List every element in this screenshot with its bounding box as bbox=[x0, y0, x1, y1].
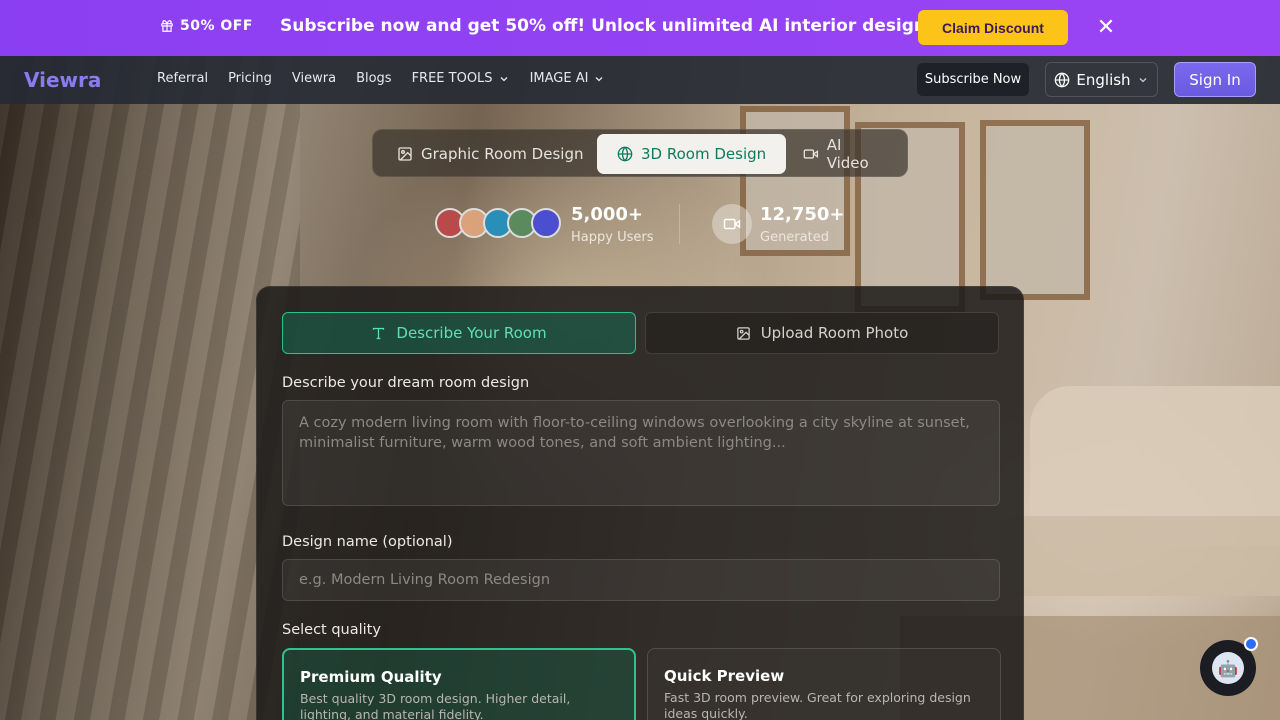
nav-link-pricing[interactable]: Pricing bbox=[228, 71, 272, 86]
video-icon bbox=[712, 204, 752, 244]
user-avatars bbox=[435, 208, 561, 238]
close-icon[interactable]: ✕ bbox=[1096, 17, 1116, 39]
quality-title: Quick Preview bbox=[664, 667, 785, 685]
mode-label: 3D Room Design bbox=[641, 145, 767, 163]
generated-count: 12,750+ bbox=[760, 204, 845, 225]
tab-describe-your-room[interactable]: Describe Your Room bbox=[282, 312, 636, 354]
text-icon bbox=[373, 327, 385, 339]
chevron-down-icon bbox=[1139, 77, 1147, 82]
tab-label: Upload Room Photo bbox=[760, 324, 909, 342]
nav-link-blogs[interactable]: Blogs bbox=[356, 71, 392, 86]
quality-option-premium[interactable]: Premium Quality Best quality 3D room des… bbox=[282, 648, 636, 720]
sign-in-button[interactable]: Sign In bbox=[1174, 62, 1256, 97]
nav-link-referral[interactable]: Referral bbox=[157, 71, 208, 86]
mode-graphic-room-design[interactable]: Graphic Room Design bbox=[377, 134, 603, 174]
brand-logo[interactable]: Viewra bbox=[24, 68, 101, 92]
room-description-textarea[interactable]: A cozy modern living room with floor-to-… bbox=[282, 400, 1000, 506]
language-selector[interactable]: English bbox=[1045, 62, 1158, 97]
nav-links: Referral Pricing Viewra Blogs FREE TOOLS… bbox=[157, 71, 605, 86]
chevron-down-icon bbox=[595, 76, 603, 81]
nav-dropdown-image-ai[interactable]: IMAGE AI bbox=[530, 71, 606, 86]
mode-3d-room-design[interactable]: 3D Room Design bbox=[597, 134, 787, 174]
quality-description: Fast 3D room preview. Great for explorin… bbox=[664, 690, 971, 720]
notification-dot bbox=[1244, 637, 1258, 651]
video-icon bbox=[803, 149, 819, 159]
language-label: English bbox=[1076, 70, 1131, 89]
tab-upload-room-photo[interactable]: Upload Room Photo bbox=[645, 312, 999, 354]
stats-row: 5,000+ Happy Users 12,750+ Generated bbox=[435, 204, 847, 246]
subscribe-now-button[interactable]: Subscribe Now bbox=[917, 63, 1029, 96]
image-icon bbox=[398, 147, 412, 161]
promo-tag-text: 50% OFF bbox=[180, 18, 253, 34]
quality-title: Premium Quality bbox=[300, 668, 442, 686]
mode-ai-video[interactable]: AI Video bbox=[783, 134, 907, 174]
quality-option-quick[interactable]: Quick Preview Fast 3D room preview. Grea… bbox=[647, 648, 1001, 720]
design-mode-switcher: Graphic Room Design 3D Room Design AI Vi… bbox=[372, 129, 908, 177]
gift-icon bbox=[161, 20, 173, 32]
chevron-down-icon bbox=[500, 76, 508, 81]
nav-dropdown-free-tools[interactable]: FREE TOOLS bbox=[412, 71, 510, 86]
mode-label: AI Video bbox=[826, 136, 869, 172]
promo-banner: 50% OFF Subscribe now and get 50% off! U… bbox=[0, 0, 1280, 56]
nav-link-viewra[interactable]: Viewra bbox=[292, 71, 336, 86]
users-count: 5,000+ bbox=[571, 204, 644, 225]
image-icon bbox=[736, 326, 750, 340]
generated-label: Generated bbox=[760, 230, 829, 245]
chat-widget-button[interactable]: 🤖 bbox=[1200, 637, 1258, 696]
design-name-input[interactable]: e.g. Modern Living Room Redesign bbox=[282, 559, 1000, 601]
description-label: Describe your dream room design bbox=[282, 375, 530, 391]
quality-label: Select quality bbox=[282, 622, 381, 638]
promo-tag: 50% OFF bbox=[160, 18, 253, 34]
nav-dropdown-label: IMAGE AI bbox=[529, 71, 589, 86]
globe-icon bbox=[1055, 72, 1070, 87]
nav-dropdown-label: FREE TOOLS bbox=[411, 71, 493, 86]
globe-icon bbox=[617, 146, 633, 162]
users-label: Happy Users bbox=[571, 230, 654, 245]
claim-discount-button[interactable]: Claim Discount bbox=[918, 10, 1068, 45]
robot-icon: 🤖 bbox=[1212, 652, 1244, 684]
promo-message: Subscribe now and get 50% off! Unlock un… bbox=[280, 16, 933, 36]
avatar bbox=[531, 208, 561, 238]
tab-label: Describe Your Room bbox=[396, 324, 547, 342]
stats-divider bbox=[679, 204, 680, 244]
quality-description: Best quality 3D room design. Higher deta… bbox=[300, 691, 571, 720]
design-form-panel: Describe Your Room Upload Room Photo Des… bbox=[256, 286, 1024, 720]
mode-label: Graphic Room Design bbox=[421, 145, 584, 163]
design-name-label: Design name (optional) bbox=[282, 534, 453, 550]
